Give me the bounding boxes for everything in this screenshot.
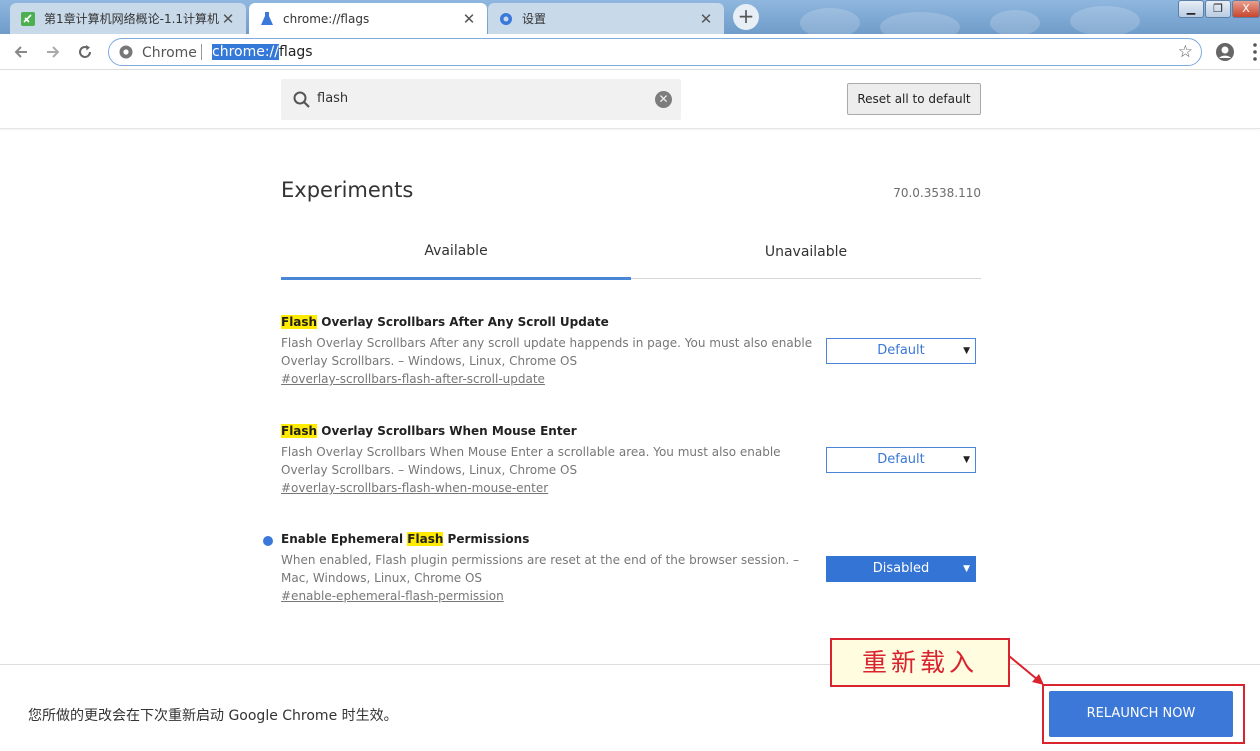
tab-available[interactable]: Available xyxy=(281,243,631,259)
window-controls: ▁ ❐ X xyxy=(1177,0,1260,18)
chrome-logo-icon xyxy=(119,45,133,59)
select-value: Default xyxy=(877,343,925,358)
tab-flags[interactable]: chrome://flags ✕ xyxy=(249,3,487,34)
dropdown-arrow-icon: ▼ xyxy=(963,564,970,574)
tab-title: chrome://flags xyxy=(283,11,370,26)
experiment-name-rest: Overlay Scrollbars When Mouse Enter xyxy=(317,424,577,438)
close-tab-icon[interactable]: ✕ xyxy=(698,11,714,27)
annotation-arrow-icon xyxy=(1008,655,1044,685)
address-bar[interactable]: Chrome chrome://flags ☆ xyxy=(108,38,1202,66)
version-label: 70.0.3538.110 xyxy=(893,186,981,200)
experiment-description: Flash Overlay Scrollbars When Mouse Ente… xyxy=(281,445,781,477)
address-separator xyxy=(201,44,202,60)
tab-settings[interactable]: 设置 ✕ xyxy=(488,3,724,34)
tab-unavailable[interactable]: Unavailable xyxy=(631,244,981,260)
search-highlight: Flash xyxy=(407,532,444,546)
document-icon xyxy=(20,11,36,27)
tab-title: 设置 xyxy=(522,12,547,26)
close-tab-icon[interactable]: ✕ xyxy=(461,11,477,27)
menu-dots-icon[interactable] xyxy=(1252,42,1258,62)
url-rest: flags xyxy=(279,44,313,60)
forward-button[interactable] xyxy=(41,40,65,64)
new-tab-button[interactable]: + xyxy=(733,4,759,30)
forward-arrow-icon xyxy=(47,46,60,58)
maximize-button[interactable]: ❐ xyxy=(1205,0,1231,18)
experiment-item: Enable Ephemeral Flash Permissions When … xyxy=(281,530,981,605)
flask-icon xyxy=(259,11,275,27)
experiment-name-rest: Permissions xyxy=(443,532,530,546)
annotation-callout: 重新载入 xyxy=(830,638,1010,687)
tab-title: 第1章计算机网络概论-1.1计算机 xyxy=(44,12,220,26)
relaunch-bar: 您所做的更改会在下次重新启动 Google Chrome 时生效。 RELAUN… xyxy=(0,664,1260,751)
experiment-name: Enable Ephemeral Flash Permissions xyxy=(281,530,981,548)
reload-button[interactable] xyxy=(73,40,97,64)
experiment-link[interactable]: #overlay-scrollbars-flash-after-scroll-u… xyxy=(281,370,981,388)
browser-toolbar: Chrome chrome://flags ☆ xyxy=(0,34,1260,70)
experiment-link[interactable]: #overlay-scrollbars-flash-when-mouse-ent… xyxy=(281,479,981,497)
address-url[interactable]: chrome://flags xyxy=(212,44,313,60)
experiment-name: Flash Overlay Scrollbars When Mouse Ente… xyxy=(281,422,981,440)
select-value: Disabled xyxy=(872,561,930,576)
relaunch-now-button[interactable]: RELAUNCH NOW xyxy=(1049,691,1233,737)
title-bar: 第1章计算机网络概论-1.1计算机 ✕ chrome://flags ✕ 设置 … xyxy=(0,0,1260,34)
reload-icon xyxy=(79,45,91,58)
gear-icon xyxy=(498,11,514,27)
reset-all-button[interactable]: Reset all to default xyxy=(847,83,981,115)
select-value: Default xyxy=(877,452,925,467)
experiment-item: Flash Overlay Scrollbars After Any Scrol… xyxy=(281,313,981,388)
search-highlight: Flash xyxy=(281,424,318,438)
window-close-button[interactable]: X xyxy=(1232,0,1260,18)
experiment-link[interactable]: #enable-ephemeral-flash-permission xyxy=(281,587,981,605)
address-prefix: Chrome xyxy=(142,45,197,61)
search-icon xyxy=(293,91,310,108)
dropdown-arrow-icon: ▼ xyxy=(963,346,970,356)
experiment-select[interactable]: Default ▼ xyxy=(826,338,976,364)
experiments-tabs: Available Unavailable xyxy=(281,232,981,280)
experiment-description: Flash Overlay Scrollbars After any scrol… xyxy=(281,336,813,368)
back-button[interactable] xyxy=(9,40,33,64)
profile-avatar-icon[interactable] xyxy=(1215,42,1235,62)
back-arrow-icon xyxy=(14,46,27,58)
experiment-select[interactable]: Disabled ▼ xyxy=(826,556,976,582)
experiment-name-prefix: Enable Ephemeral xyxy=(281,532,408,546)
close-tab-icon[interactable]: ✕ xyxy=(220,11,236,27)
search-value: flash xyxy=(317,91,349,106)
experiment-name: Flash Overlay Scrollbars After Any Scrol… xyxy=(281,313,981,331)
minimize-button[interactable]: ▁ xyxy=(1178,0,1204,18)
url-selection: chrome:// xyxy=(212,44,279,60)
flags-search-header: flash ✕ Reset all to default xyxy=(0,71,1260,129)
search-input[interactable]: flash ✕ xyxy=(281,79,681,120)
active-tab-indicator xyxy=(281,277,631,280)
experiment-name-rest: Overlay Scrollbars After Any Scroll Upda… xyxy=(317,315,609,329)
bookmark-star-icon[interactable]: ☆ xyxy=(1178,42,1193,62)
page-title: Experiments xyxy=(281,178,414,202)
clear-search-icon[interactable]: ✕ xyxy=(655,91,672,108)
experiment-item: Flash Overlay Scrollbars When Mouse Ente… xyxy=(281,422,981,497)
dropdown-arrow-icon: ▼ xyxy=(963,455,970,465)
relaunch-message: 您所做的更改会在下次重新启动 Google Chrome 时生效。 xyxy=(28,708,398,724)
tab-course[interactable]: 第1章计算机网络概论-1.1计算机 ✕ xyxy=(10,3,246,34)
experiment-select[interactable]: Default ▼ xyxy=(826,447,976,473)
experiment-description: When enabled, Flash plugin permissions a… xyxy=(281,553,799,585)
modified-indicator-dot xyxy=(263,536,273,546)
search-highlight: Flash xyxy=(281,315,318,329)
